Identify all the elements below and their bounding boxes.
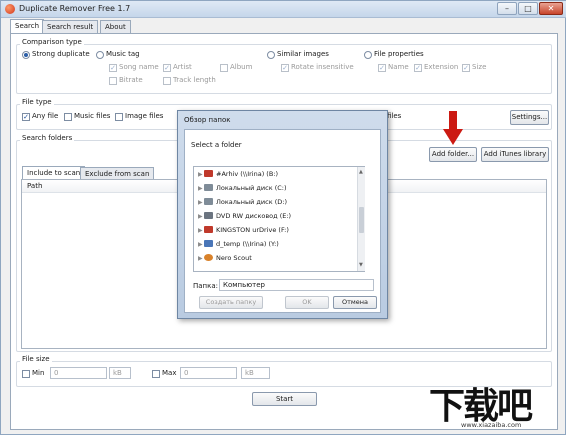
file-properties-radio[interactable]: [364, 51, 372, 59]
strong-duplicate-label: Strong duplicate: [32, 50, 90, 58]
path-column-header[interactable]: Path: [27, 182, 42, 190]
min-size-checkbox[interactable]: [22, 370, 30, 378]
dialog-body: Select a folder ▶ #Arhiv (\\Irina) (B:) ▶…: [184, 129, 381, 313]
watermark: 下载吧 www.xiazaiba.com: [429, 377, 561, 433]
tree-item-label: Локальный диск (C:): [216, 184, 287, 192]
max-size-checkbox[interactable]: [152, 370, 160, 378]
any-file-label: Any file: [32, 112, 59, 120]
add-itunes-library-button[interactable]: Add iTunes library: [481, 147, 549, 162]
other-files-label: files: [387, 112, 402, 120]
title-bar: Duplicate Remover Free 1.7 – □ ✕: [1, 1, 566, 18]
image-files-checkbox[interactable]: [115, 113, 123, 121]
file-type-legend: File type: [20, 98, 54, 106]
any-file-checkbox[interactable]: ✓: [22, 113, 30, 121]
dvd-drive-icon: [204, 212, 213, 219]
app-icon: [5, 4, 15, 14]
maximize-button[interactable]: □: [518, 2, 538, 15]
app-window: Duplicate Remover Free 1.7 – □ ✕ Search …: [0, 0, 566, 435]
browse-folder-dialog: Обзор папок Select a folder ▶ #Arhiv (\\I…: [177, 110, 388, 319]
similar-images-radio[interactable]: [267, 51, 275, 59]
tab-search-result[interactable]: Search result: [42, 20, 99, 34]
track-length-label: Track length: [173, 76, 216, 84]
rotate-insensitive-label: Rotate insensitive: [291, 63, 354, 71]
max-size-unit-select[interactable]: kB: [241, 367, 270, 379]
start-button[interactable]: Start: [252, 392, 317, 406]
tree-item-label: d_temp (\\Irina) (Y:): [216, 240, 279, 248]
tree-item-label: DVD RW дисковод (E:): [216, 212, 292, 220]
size-checkbox[interactable]: ✓: [462, 64, 470, 72]
close-button[interactable]: ✕: [539, 2, 563, 15]
artist-checkbox[interactable]: ✓: [163, 64, 171, 72]
scroll-up-icon[interactable]: ▲: [359, 169, 363, 175]
music-tag-label: Music tag: [106, 50, 140, 58]
dialog-prompt: Select a folder: [191, 141, 242, 149]
scroll-down-icon[interactable]: ▼: [359, 262, 363, 268]
settings-button[interactable]: Settings...: [510, 110, 549, 125]
bitrate-label: Bitrate: [119, 76, 143, 84]
nero-icon: [204, 254, 213, 261]
strong-duplicate-radio[interactable]: [22, 51, 30, 59]
folder-name-input[interactable]: Компьютер: [219, 279, 374, 291]
local-disk-icon: [204, 198, 213, 205]
music-files-checkbox[interactable]: [64, 113, 72, 121]
create-folder-button[interactable]: Создать папку: [199, 296, 263, 309]
network-drive-icon: [204, 240, 213, 247]
usb-drive-icon: [204, 226, 213, 233]
tree-item[interactable]: ▶ Локальный диск (C:): [198, 184, 287, 196]
tree-item-label: Локальный диск (D:): [216, 198, 287, 206]
min-size-unit-select[interactable]: kB: [109, 367, 131, 379]
tab-search[interactable]: Search: [10, 19, 45, 34]
ok-button[interactable]: OK: [285, 296, 329, 309]
local-disk-icon: [204, 184, 213, 191]
min-size-label: Min: [32, 369, 45, 377]
tree-item[interactable]: ▶ #Arhiv (\\Irina) (B:): [198, 170, 278, 182]
album-checkbox[interactable]: [220, 64, 228, 72]
song-name-checkbox[interactable]: ✓: [109, 64, 117, 72]
size-label: Size: [472, 63, 487, 71]
minimize-button[interactable]: –: [497, 2, 517, 15]
bitrate-checkbox[interactable]: [109, 77, 117, 85]
add-folder-button[interactable]: Add folder...: [429, 147, 477, 162]
artist-label: Artist: [173, 63, 192, 71]
tree-item[interactable]: ▶ d_temp (\\Irina) (Y:): [198, 240, 279, 252]
album-label: Album: [230, 63, 253, 71]
music-tag-radio[interactable]: [96, 51, 104, 59]
music-files-label: Music files: [74, 112, 111, 120]
tab-about[interactable]: About: [100, 20, 131, 34]
tree-item[interactable]: ▶ Nero Scout: [198, 254, 252, 266]
search-folders-legend: Search folders: [20, 134, 75, 142]
comparison-type-legend: Comparison type: [20, 38, 84, 46]
file-size-legend: File size: [20, 355, 52, 363]
folder-tree[interactable]: ▶ #Arhiv (\\Irina) (B:) ▶ Локальный диск (…: [193, 166, 365, 272]
tree-item[interactable]: ▶ Локальный диск (D:): [198, 198, 287, 210]
file-properties-label: File properties: [374, 50, 424, 58]
similar-images-label: Similar images: [277, 50, 329, 58]
folder-label: Папка:: [193, 282, 219, 290]
tree-item[interactable]: ▶ KINGSTON urDrive (F:): [198, 226, 289, 238]
network-drive-icon: [204, 170, 213, 177]
window-title: Duplicate Remover Free 1.7: [19, 4, 131, 13]
name-label: Name: [388, 63, 409, 71]
tree-scrollbar[interactable]: ▲ ▼: [357, 167, 365, 271]
max-size-input[interactable]: 0: [180, 367, 237, 379]
tab-include-to-scan[interactable]: Include to scan: [22, 166, 86, 180]
min-size-input[interactable]: 0: [50, 367, 107, 379]
red-arrow-icon: [443, 111, 463, 145]
tree-item-label: #Arhiv (\\Irina) (B:): [216, 170, 279, 178]
tree-item-label: KINGSTON urDrive (F:): [216, 226, 289, 234]
tree-item-label: Nero Scout: [216, 254, 252, 262]
scrollbar-thumb[interactable]: [359, 207, 364, 233]
name-checkbox[interactable]: ✓: [378, 64, 386, 72]
extension-checkbox[interactable]: ✓: [414, 64, 422, 72]
tree-item[interactable]: ▶ DVD RW дисковод (E:): [198, 212, 291, 224]
song-name-label: Song name: [119, 63, 159, 71]
track-length-checkbox[interactable]: [163, 77, 171, 85]
dialog-title: Обзор папок: [184, 116, 231, 124]
cancel-button[interactable]: Отмена: [333, 296, 377, 309]
image-files-label: Image files: [125, 112, 164, 120]
watermark-url: www.xiazaiba.com: [461, 421, 522, 429]
extension-label: Extension: [424, 63, 459, 71]
rotate-insensitive-checkbox[interactable]: ✓: [281, 64, 289, 72]
max-size-label: Max: [162, 369, 177, 377]
